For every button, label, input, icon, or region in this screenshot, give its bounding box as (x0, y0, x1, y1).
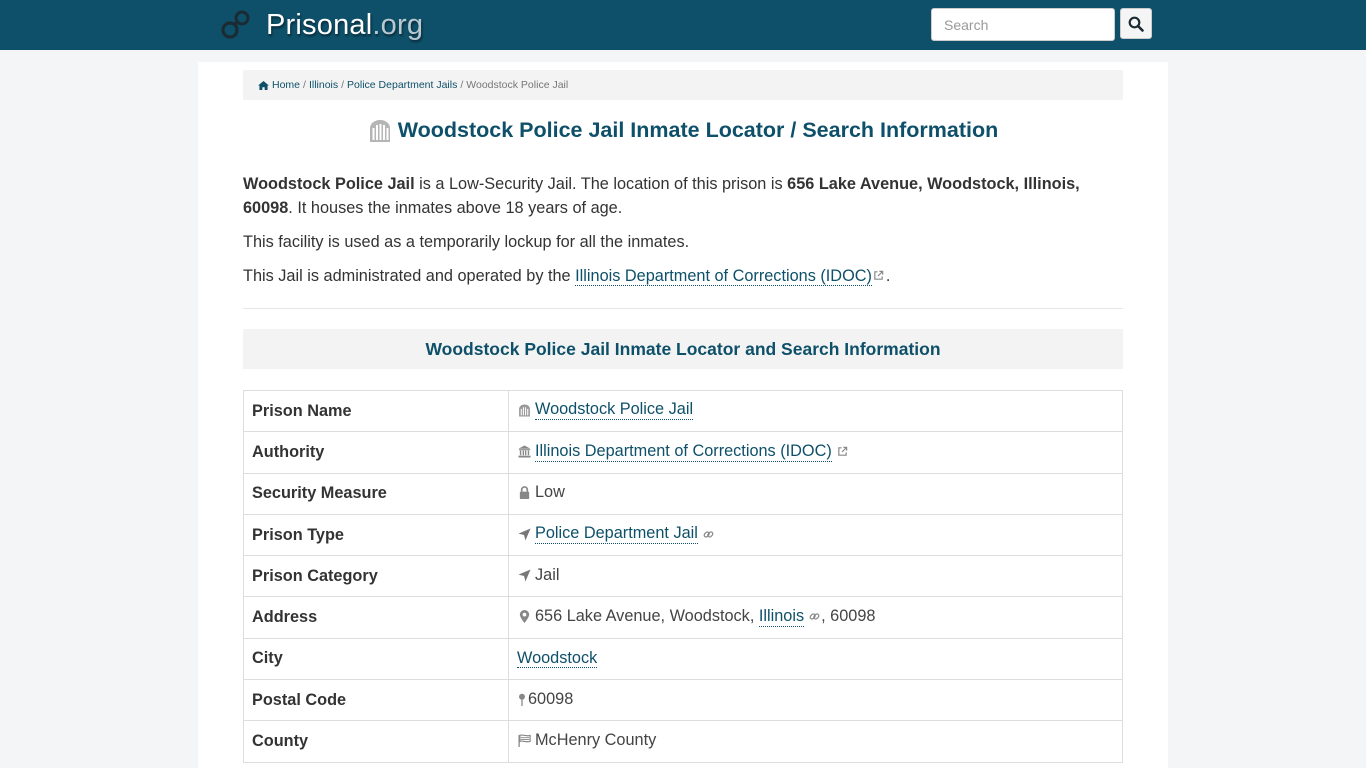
prison-building-icon (369, 119, 390, 142)
external-link-icon (872, 269, 886, 283)
county-value: McHenry County (535, 731, 657, 750)
home-icon (258, 80, 269, 90)
address-street: 656 Lake Avenue, Woodstock, (535, 607, 759, 626)
link-chain-icon (702, 527, 716, 541)
city-link[interactable]: Woodstock (517, 649, 598, 669)
breadcrumb-separator: / (341, 79, 345, 91)
breadcrumb-home[interactable]: Home (258, 79, 300, 91)
handcuffs-icon (221, 10, 250, 39)
row-label: County (243, 720, 509, 763)
row-label: Prison Category (243, 555, 509, 598)
table-row: County McHenry County (243, 720, 1123, 763)
row-label: Prison Type (243, 513, 509, 557)
breadcrumb-current: Woodstock Police Jail (466, 79, 569, 91)
location-arrow-icon (517, 568, 531, 582)
prison-name-link[interactable]: Woodstock Police Jail (535, 400, 694, 421)
intro-paragraph-1: Woodstock Police Jail is a Low-Security … (243, 175, 1080, 217)
flag-icon (517, 734, 531, 748)
row-label: City (243, 637, 509, 681)
breadcrumb-illinois[interactable]: Illinois (309, 79, 338, 91)
prison-info-table: Prison Name Woodstock Police Jail Author… (243, 389, 1123, 763)
site-logo-link[interactable]: Prisonal.org (220, 6, 423, 44)
breadcrumb-separator: / (460, 79, 464, 91)
breadcrumb-police-department-jails[interactable]: Police Department Jails (347, 79, 457, 91)
table-row: Authority Illinois Department of Correct… (243, 431, 1123, 474)
intro-text: Woodstock Police Jail is a Low-Security … (243, 172, 1123, 288)
idoc-link[interactable]: Illinois Department of Corrections (IDOC… (575, 267, 872, 286)
map-pin-icon (517, 692, 526, 706)
top-navbar: Prisonal.org (0, 0, 1366, 50)
prison-building-icon (517, 403, 531, 417)
authority-link[interactable]: Illinois Department of Corrections (IDOC… (535, 442, 832, 462)
brand-name: Prisonal.org (266, 8, 424, 41)
table-row: Prison Category Jail (243, 555, 1123, 598)
lock-icon (517, 486, 531, 500)
search-input[interactable] (931, 8, 1115, 41)
security-value: Low (535, 483, 565, 502)
table-row: Security Measure Low (243, 472, 1123, 515)
search-button[interactable] (1120, 8, 1152, 39)
search-icon (1128, 16, 1144, 32)
intro-paragraph-3: This Jail is administrated and operated … (243, 267, 891, 286)
category-value: Jail (535, 565, 560, 584)
prison-type-link[interactable]: Police Department Jail (535, 524, 698, 545)
table-row: Prison Name Woodstock Police Jail (243, 389, 1123, 433)
address-zip: , 60098 (821, 607, 876, 626)
intro-paragraph-2: This facility is used as a temporarily l… (243, 233, 690, 251)
location-arrow-icon (517, 527, 531, 541)
table-row: Address 656 Lake Avenue, Woodstock, Illi… (243, 596, 1123, 639)
table-row: City Woodstock (243, 637, 1123, 681)
row-label: Postal Code (243, 679, 509, 722)
breadcrumb: Home / Illinois / Police Department Jail… (243, 70, 1123, 100)
page-title: Woodstock Police Jail Inmate Locator / S… (243, 118, 1123, 143)
external-link-icon (836, 445, 850, 459)
main-content: Home / Illinois / Police Department Jail… (198, 62, 1168, 768)
table-row: Prison Type Police Department Jail (243, 513, 1123, 557)
row-label: Security Measure (243, 472, 509, 515)
row-label: Address (243, 596, 509, 639)
search-form (931, 8, 1152, 41)
link-chain-icon (807, 610, 821, 624)
breadcrumb-separator: / (303, 79, 306, 91)
address-state-link[interactable]: Illinois (758, 607, 805, 627)
table-row: Postal Code 60098 (243, 679, 1123, 722)
institution-icon (517, 445, 531, 459)
row-label: Authority (243, 431, 509, 474)
divider (243, 308, 1123, 309)
section-heading: Woodstock Police Jail Inmate Locator and… (243, 329, 1123, 369)
postal-code-value: 60098 (528, 689, 574, 708)
row-label: Prison Name (243, 389, 509, 433)
map-marker-icon (517, 610, 531, 624)
